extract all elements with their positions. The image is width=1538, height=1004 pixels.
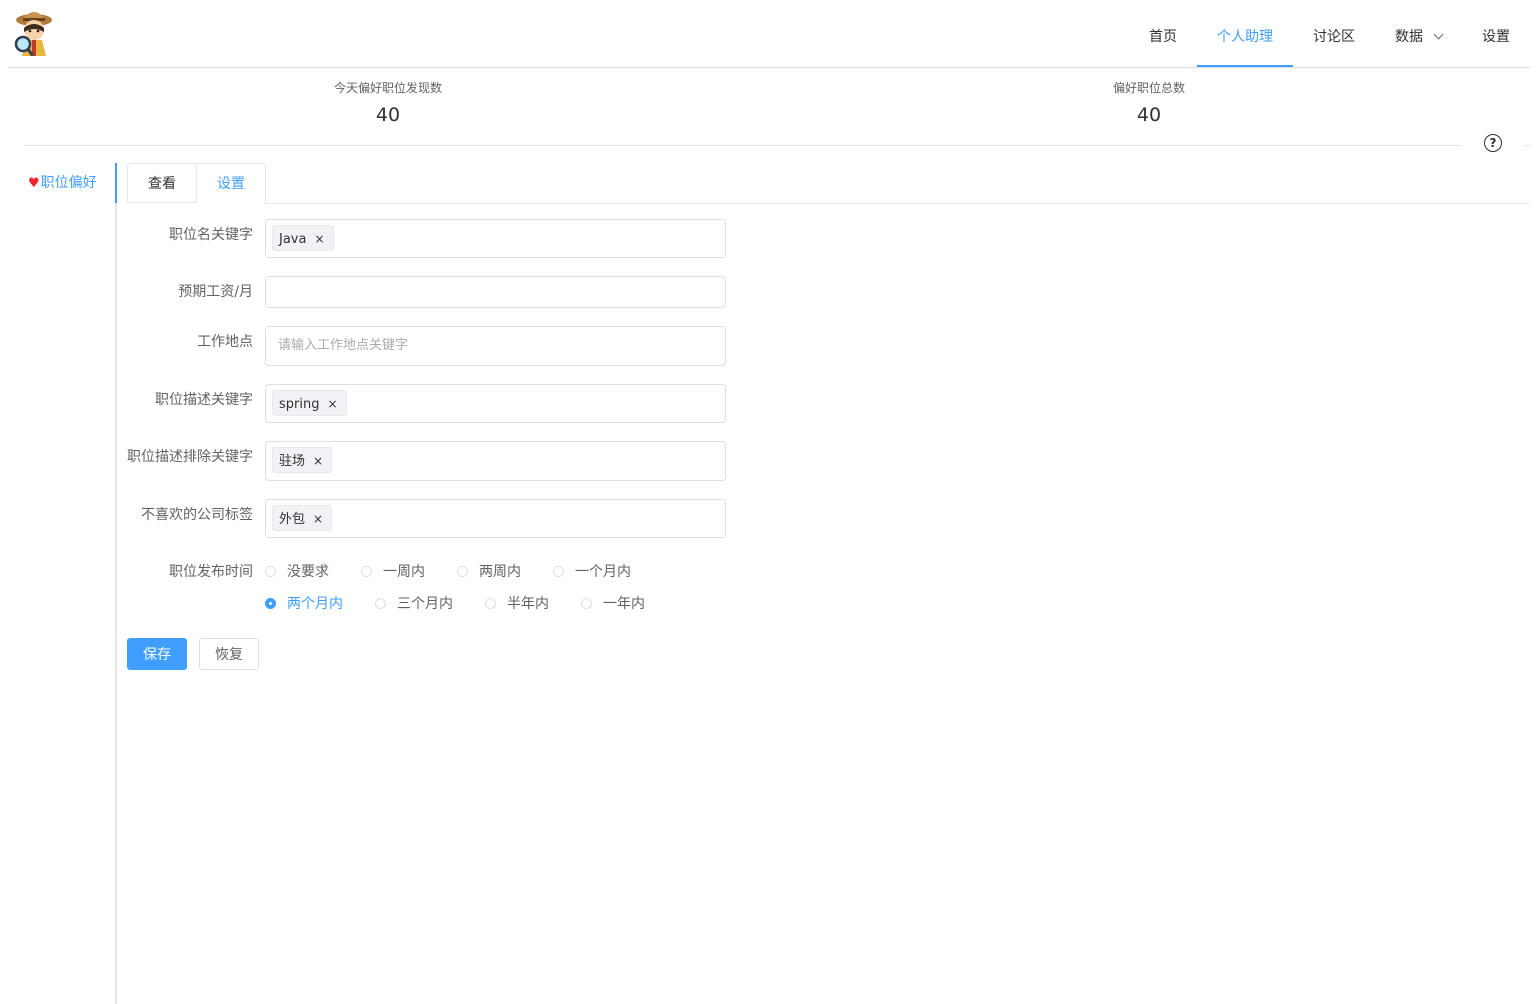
tabs-divider: [265, 203, 1530, 204]
close-icon[interactable]: ×: [313, 512, 323, 526]
radio-one-year[interactable]: 一年内: [581, 596, 645, 612]
company-tags-input[interactable]: 外包 ×: [265, 499, 726, 538]
radio-label: 三个月内: [397, 596, 453, 612]
detective-logo-icon[interactable]: [12, 6, 56, 60]
nav-data-label: 数据: [1395, 29, 1423, 45]
radio-two-months[interactable]: 两个月内: [265, 596, 343, 612]
radio-circle: [553, 566, 564, 577]
location-input[interactable]: 请输入工作地点关键字: [265, 326, 726, 366]
tag-text: spring: [279, 397, 320, 412]
location-placeholder: 请输入工作地点关键字: [278, 338, 409, 353]
tag-outsourcing: 外包 ×: [272, 505, 333, 531]
radio-two-weeks[interactable]: 两周内: [457, 564, 521, 580]
salary-input[interactable]: [265, 276, 726, 308]
main-nav: 首页 个人助理 讨论区 数据 设置: [1129, 0, 1530, 67]
tab-settings[interactable]: 设置: [197, 163, 266, 203]
radio-one-week[interactable]: 一周内: [361, 564, 425, 580]
side-menu: ♥职位偏好: [0, 163, 117, 1004]
nav-discussion[interactable]: 讨论区: [1293, 0, 1375, 67]
salary-label: 预期工资/月: [178, 284, 253, 300]
close-icon[interactable]: ×: [313, 454, 323, 468]
publish-time-label: 职位发布时间: [169, 564, 253, 580]
radio-label: 两周内: [479, 564, 521, 580]
tab-settings-label: 设置: [217, 176, 245, 192]
tag-text: Java: [279, 232, 307, 247]
radio-circle: [361, 566, 372, 577]
nav-settings[interactable]: 设置: [1462, 0, 1530, 67]
close-icon[interactable]: ×: [327, 397, 337, 411]
radio-circle: [485, 598, 496, 609]
tag-text: 驻场: [279, 454, 306, 469]
desc-keywords-input[interactable]: spring ×: [265, 384, 726, 423]
job-keywords-label: 职位名关键字: [169, 227, 253, 243]
help-circle-icon[interactable]: ?: [1484, 134, 1502, 152]
radio-circle: [581, 598, 592, 609]
stat-total: 偏好职位总数 40: [999, 80, 1299, 126]
stat-today-found-label: 今天偏好职位发现数: [333, 81, 442, 95]
reset-button[interactable]: 恢复: [199, 638, 259, 670]
stat-today-found: 今天偏好职位发现数 40: [238, 80, 538, 126]
heart-icon: ♥: [28, 176, 40, 191]
desc-keywords-label: 职位描述关键字: [155, 392, 253, 408]
desc-exclude-label: 职位描述排除关键字: [127, 449, 253, 465]
radio-circle: [375, 598, 386, 609]
radio-circle-checked: [265, 598, 276, 609]
stats-divider: [24, 145, 1462, 146]
chevron-down-icon: [1433, 29, 1444, 40]
tag-onsite: 驻场 ×: [272, 447, 333, 473]
radio-one-month[interactable]: 一个月内: [553, 564, 631, 580]
stat-total-value: 40: [1136, 104, 1162, 126]
stat-total-label: 偏好职位总数: [1112, 81, 1185, 95]
stat-today-found-value: 40: [375, 104, 401, 126]
sidebar-item-job-preference[interactable]: ♥职位偏好: [0, 163, 117, 203]
nav-personal-assistant-label: 个人助理: [1217, 29, 1273, 45]
sidebar-item-label: 职位偏好: [40, 175, 97, 191]
close-icon[interactable]: ×: [314, 232, 324, 246]
radio-circle: [265, 566, 276, 577]
radio-circle: [457, 566, 468, 577]
radio-label: 一个月内: [575, 564, 631, 580]
nav-personal-assistant[interactable]: 个人助理: [1197, 0, 1293, 67]
tag-spring: spring ×: [272, 390, 347, 416]
job-keywords-input[interactable]: Java ×: [265, 219, 726, 258]
top-header: 首页 个人助理 讨论区 数据 设置: [8, 0, 1530, 68]
tag-java: Java ×: [272, 225, 334, 251]
radio-half-year[interactable]: 半年内: [485, 596, 549, 612]
tag-text: 外包: [279, 512, 306, 527]
radio-label: 没要求: [287, 564, 329, 580]
desc-exclude-input[interactable]: 驻场 ×: [265, 441, 726, 481]
tab-view-label: 查看: [148, 176, 176, 192]
radio-label: 一年内: [603, 596, 645, 612]
radio-label: 半年内: [507, 596, 549, 612]
tab-view[interactable]: 查看: [127, 163, 197, 203]
nav-data-dropdown[interactable]: 数据: [1375, 0, 1462, 67]
radio-three-months[interactable]: 三个月内: [375, 596, 453, 612]
stats-divider-end: [1524, 145, 1530, 146]
tab-bar: 查看 设置: [127, 163, 266, 203]
save-button[interactable]: 保存: [127, 638, 187, 670]
nav-home-label: 首页: [1149, 29, 1177, 45]
nav-settings-label: 设置: [1482, 29, 1510, 45]
nav-home[interactable]: 首页: [1129, 0, 1197, 67]
nav-discussion-label: 讨论区: [1313, 29, 1355, 45]
location-label: 工作地点: [197, 334, 253, 350]
radio-label: 一周内: [383, 564, 425, 580]
radio-label: 两个月内: [287, 596, 343, 612]
radio-no-requirement[interactable]: 没要求: [265, 564, 329, 580]
company-tags-label: 不喜欢的公司标签: [141, 507, 253, 523]
